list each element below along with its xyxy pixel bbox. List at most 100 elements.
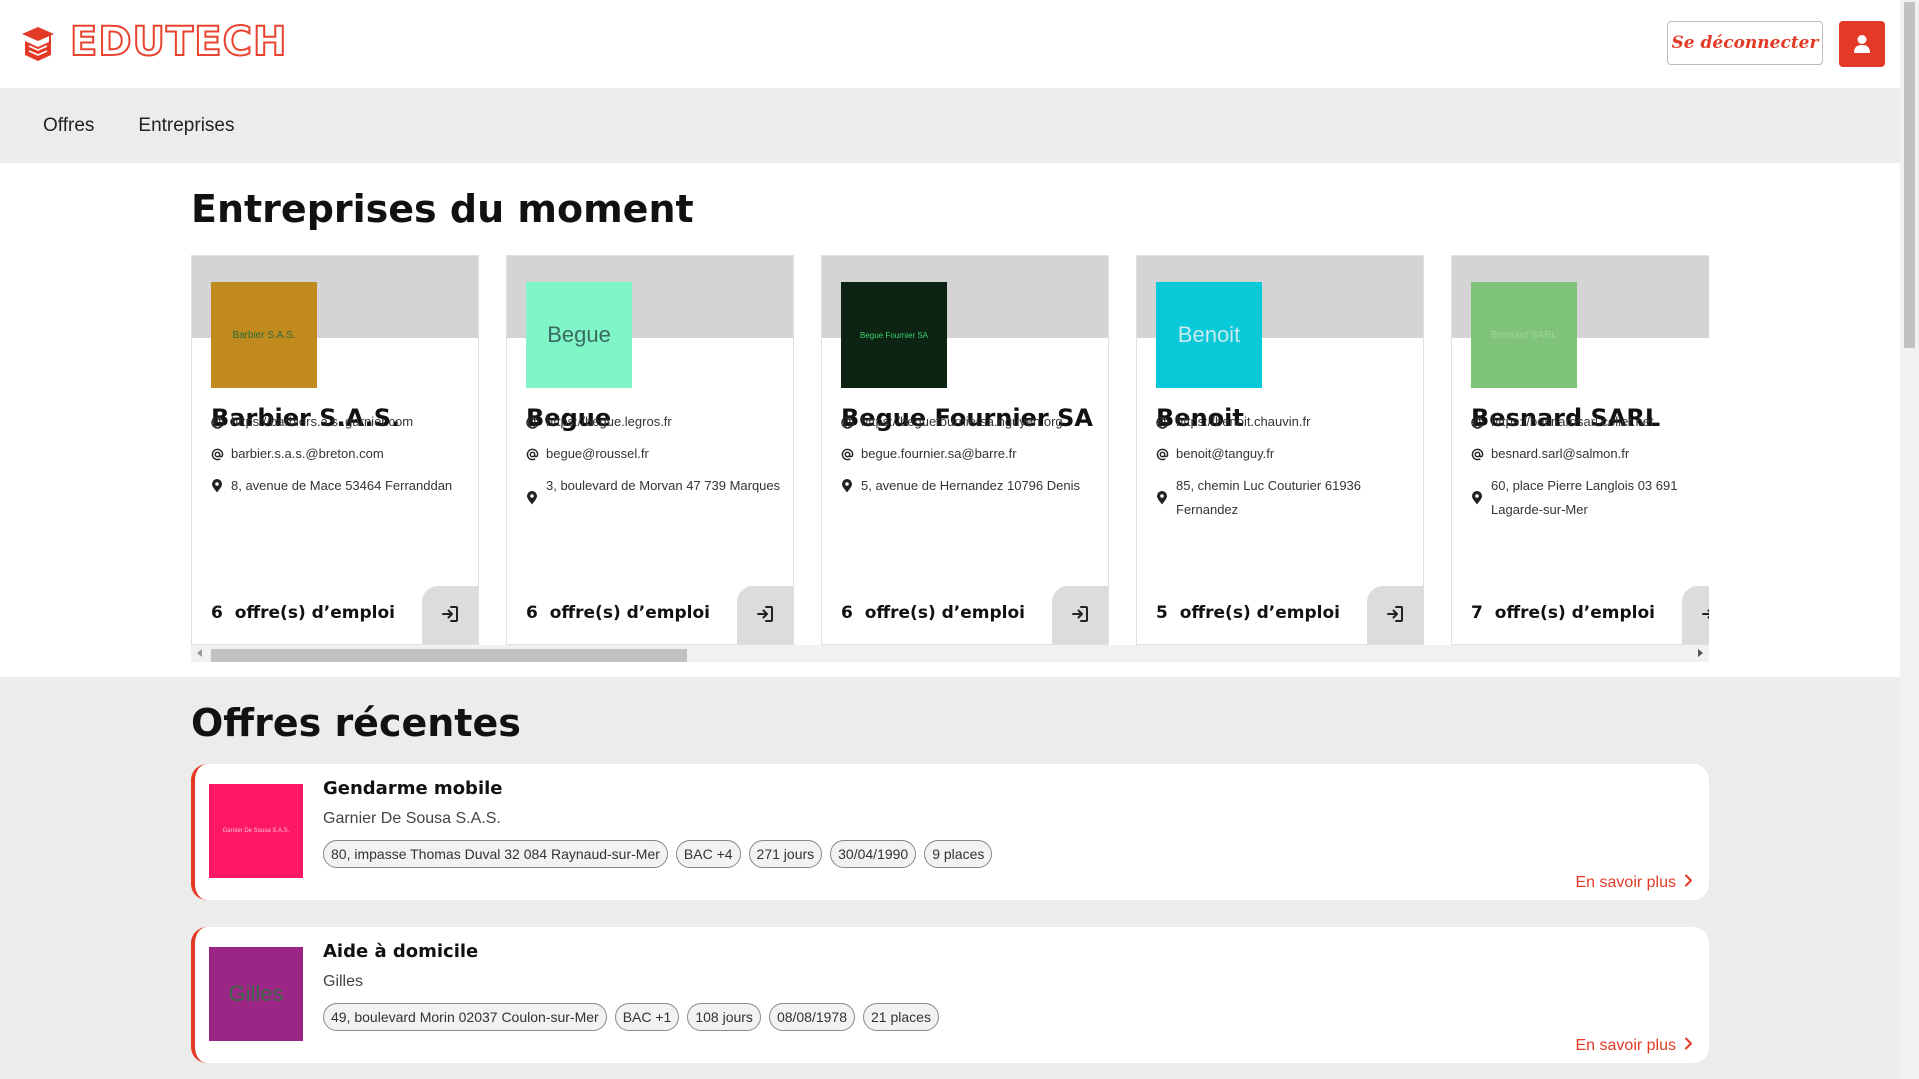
company-email[interactable]: besnard.sarl@salmon.fr [1491, 442, 1629, 466]
companies-section: Entreprises du moment Barbier S.A.S. Barb… [0, 163, 1900, 677]
app-header: EDUTECH Se déconnecter [0, 0, 1900, 88]
map-pin-icon [1156, 474, 1170, 522]
at-icon [526, 442, 540, 466]
open-company-button[interactable] [1052, 586, 1108, 644]
graduation-cap-box-icon [22, 27, 54, 61]
tag-places: 21 places [863, 1003, 939, 1031]
company-address-row: 85, chemin Luc Couturier 61936 Fernandez [1156, 474, 1418, 522]
company-email[interactable]: begue.fournier.sa@barre.fr [861, 442, 1017, 466]
tag-places: 9 places [924, 840, 993, 868]
horizontal-scrollbar[interactable] [191, 645, 1709, 662]
company-address: 3, boulevard de Morvan 47 739 Marques [546, 478, 781, 493]
tag-duration: 271 jours [748, 840, 823, 868]
offers-count-label: offre(s) d’emploi [1179, 603, 1341, 623]
offer-company-logo: Gilles [209, 947, 303, 1041]
company-website[interactable]: https://barbiers.a.s..garnier.com [231, 410, 413, 434]
chevron-right-icon [1684, 874, 1693, 892]
company-email[interactable]: begue@roussel.fr [546, 442, 649, 466]
tag-date: 30/04/1990 [830, 840, 917, 868]
open-company-button[interactable] [1682, 586, 1709, 644]
globe-icon [1156, 410, 1170, 434]
company-card[interactable]: Begue Begue https://begue.legros.fr begue@r… [506, 255, 794, 645]
company-logo: Barbier S.A.S. [211, 282, 317, 388]
company-email-row: besnard.sarl@salmon.fr [1471, 442, 1709, 466]
company-logo: Begue [526, 282, 632, 388]
nav-item-entreprises[interactable]: Entreprises [138, 115, 234, 137]
company-website[interactable]: https://begue.legros.fr [546, 410, 672, 434]
offer-card[interactable]: Garnier De Sousa S.A.S. Gendarme mobile Ga… [191, 764, 1709, 900]
company-offers-count: 6 offre(s) d’emploi [211, 603, 395, 623]
horizontal-scrollbar-thumb[interactable] [211, 649, 687, 662]
scroll-left-arrow-icon[interactable] [197, 649, 202, 657]
offers-count-value: 5 [1156, 603, 1168, 623]
offer-tags: 49, boulevard Morin 02037 Coulon-sur-Mer… [323, 1003, 939, 1031]
company-email-row: begue@roussel.fr [526, 442, 788, 466]
offer-card[interactable]: Gilles Aide à domicile Gilles 49, boulevard… [191, 927, 1709, 1063]
open-company-button[interactable] [1367, 586, 1423, 644]
tag-duration: 108 jours [687, 1003, 761, 1031]
company-offers-count: 5 offre(s) d’emploi [1156, 603, 1340, 623]
scroll-right-arrow-icon[interactable] [1698, 649, 1703, 657]
company-card[interactable]: Besnard SARL Besnard SARL https://besnards… [1451, 255, 1709, 645]
offers-count-value: 6 [211, 603, 223, 623]
at-icon [841, 442, 855, 466]
section-title-companies: Entreprises du moment [191, 187, 694, 231]
company-address: 5, avenue de Hernandez 10796 Denis [861, 478, 1080, 493]
learn-more-label: En savoir plus [1575, 874, 1677, 891]
map-pin-icon [526, 474, 540, 522]
company-website-row: https://barbiers.a.s..garnier.com [211, 410, 473, 434]
company-card[interactable]: Begue Fournier SA Begue Fournier SA https:… [821, 255, 1109, 645]
tag-degree: BAC +1 [614, 1003, 680, 1031]
offers-count-label: offre(s) d’emploi [1494, 603, 1656, 623]
offer-title[interactable]: Aide à domicile [323, 941, 478, 962]
company-email-row: begue.fournier.sa@barre.fr [841, 442, 1103, 466]
offers-count-value: 7 [1471, 603, 1483, 623]
company-website-row: https://begue.legros.fr [526, 410, 788, 434]
open-company-button[interactable] [422, 586, 478, 644]
enter-arrow-icon [756, 605, 774, 627]
company-website[interactable]: https://beguefourniersa.nguyen.org [861, 410, 1063, 434]
vertical-scrollbar[interactable] [1900, 0, 1919, 1079]
company-email-row: benoit@tanguy.fr [1156, 442, 1418, 466]
nav-item-offres[interactable]: Offres [43, 115, 94, 137]
offer-company-logo-text: Gilles [228, 981, 284, 1006]
company-logo-text: Barbier S.A.S. [232, 329, 296, 341]
offers-section: Offres récentes Garnier De Sousa S.A.S. G… [0, 677, 1900, 1079]
learn-more-link[interactable]: En savoir plus [1576, 1037, 1694, 1055]
company-logo-text: Begue [547, 322, 611, 347]
tag-degree: BAC +4 [675, 840, 741, 868]
tag-location: 49, boulevard Morin 02037 Coulon-sur-Mer [323, 1003, 607, 1031]
companies-card-row: Barbier S.A.S. Barbier S.A.S. https://barb… [191, 255, 1709, 645]
vertical-scrollbar-thumb[interactable] [1904, 2, 1915, 348]
offer-company-logo-text: Garnier De Sousa S.A.S. [222, 828, 290, 834]
offers-count-value: 6 [841, 603, 853, 623]
company-website[interactable]: https://besnardsarl.collet.net [1491, 410, 1654, 434]
offers-count-label: offre(s) d’emploi [549, 603, 711, 623]
offer-title[interactable]: Gendarme mobile [323, 778, 503, 799]
company-address-row: 60, place Pierre Langlois 03 691 Lagarde… [1471, 474, 1709, 522]
company-logo-text: Benoit [1177, 322, 1241, 347]
company-offers-count: 7 offre(s) d’emploi [1471, 603, 1655, 623]
company-website[interactable]: https://benoit.chauvin.fr [1176, 410, 1310, 434]
company-card[interactable]: Benoit Benoit https://benoit.chauvin.fr ben… [1136, 255, 1424, 645]
at-icon [211, 442, 225, 466]
company-address-row: 3, boulevard de Morvan 47 739 Marques [526, 474, 788, 522]
company-email[interactable]: benoit@tanguy.fr [1176, 442, 1274, 466]
logout-button[interactable]: Se déconnecter [1667, 21, 1823, 65]
offer-company-logo: Garnier De Sousa S.A.S. [209, 784, 303, 878]
learn-more-link[interactable]: En savoir plus [1576, 874, 1694, 892]
company-email-row: barbier.s.a.s.@breton.com [211, 442, 473, 466]
learn-more-label: En savoir plus [1575, 1037, 1677, 1054]
companies-carousel[interactable]: Barbier S.A.S. Barbier S.A.S. https://barb… [191, 255, 1709, 645]
tag-date: 08/08/1978 [768, 1003, 856, 1031]
company-offers-count: 6 offre(s) d’emploi [526, 603, 710, 623]
company-website-row: https://beguefourniersa.nguyen.org [841, 410, 1103, 434]
enter-arrow-icon [1701, 605, 1709, 627]
open-company-button[interactable] [737, 586, 793, 644]
brand-logo[interactable]: EDUTECH [20, 21, 287, 63]
map-pin-icon [1471, 474, 1485, 522]
user-menu-button[interactable] [1839, 21, 1885, 67]
company-card[interactable]: Barbier S.A.S. Barbier S.A.S. https://barb… [191, 255, 479, 645]
company-email[interactable]: barbier.s.a.s.@breton.com [231, 442, 384, 466]
section-title-offers: Offres récentes [191, 701, 521, 745]
